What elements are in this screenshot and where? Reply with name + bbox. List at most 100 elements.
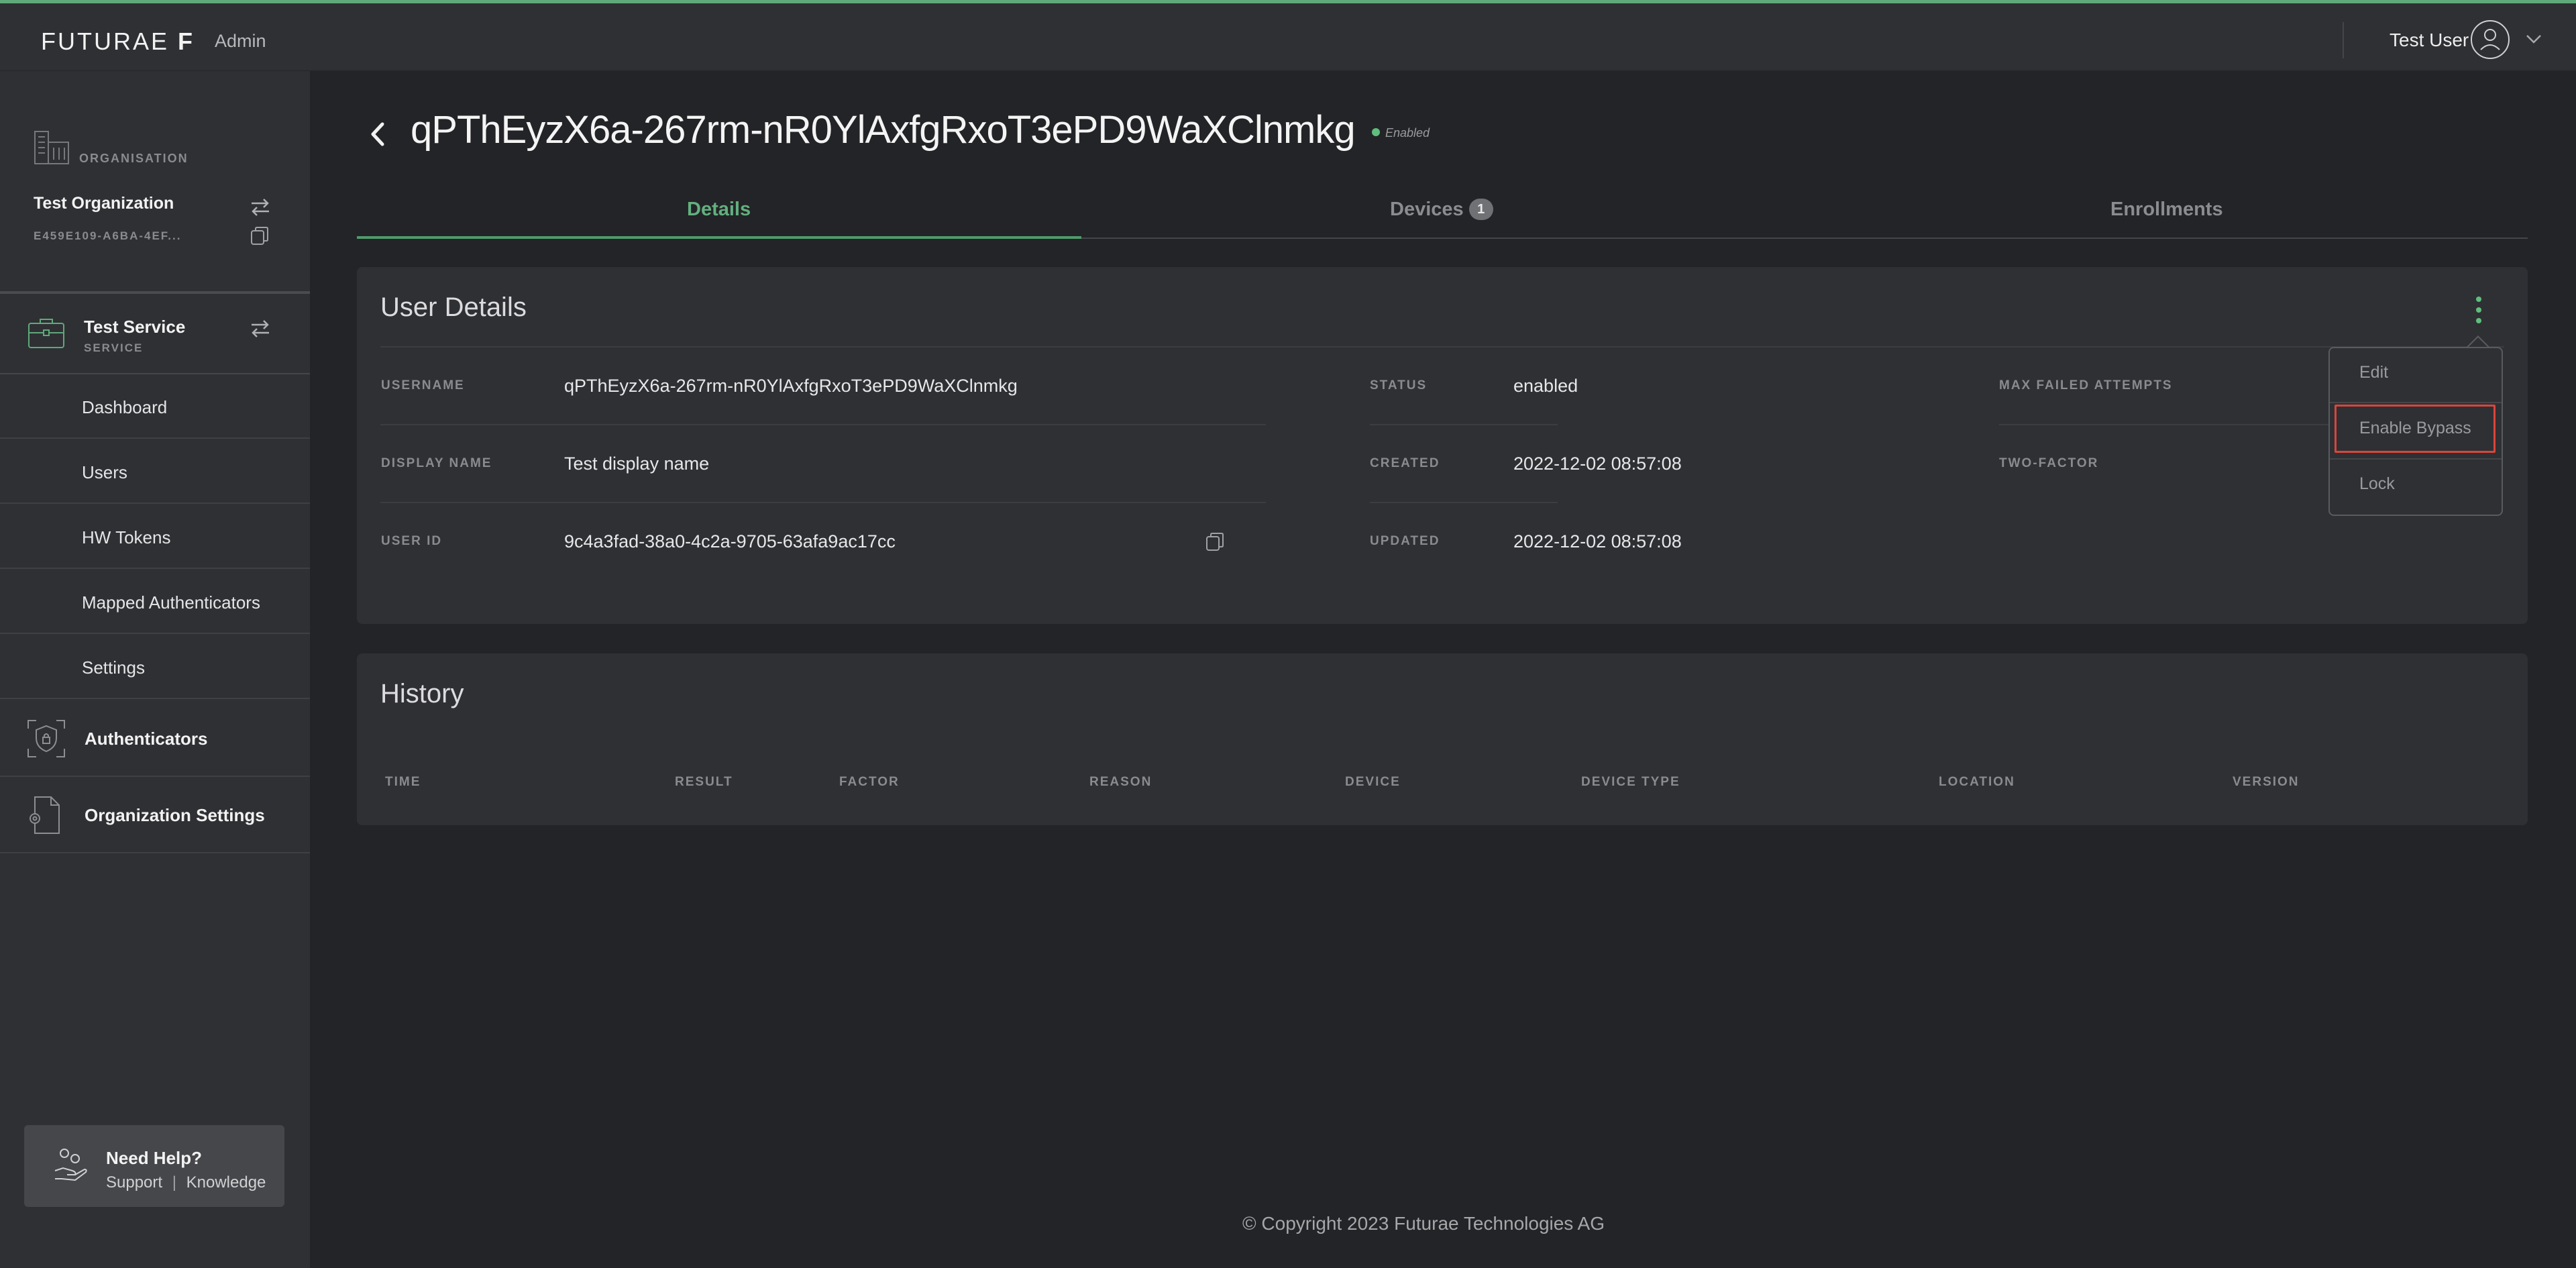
user-details-card: User Details USERNAME qPThEyzX6a-267rm-n… <box>357 267 2528 624</box>
futurae-logo[interactable]: FUTURAE F <box>41 28 195 56</box>
organisation-id: E459E109-A6BA-4EF... <box>34 229 182 242</box>
card-title: History <box>380 679 464 708</box>
sidebar-item-authenticators[interactable]: Authenticators <box>0 700 310 777</box>
logo-mark: F <box>178 28 195 55</box>
column-header-factor: FACTOR <box>839 775 900 789</box>
menu-divider <box>2330 458 2502 460</box>
user-name[interactable]: Test User <box>2390 30 2469 51</box>
tab-devices[interactable]: Devices 1 <box>1390 199 1493 239</box>
row-divider <box>380 424 1266 425</box>
support-link[interactable]: Support <box>106 1173 162 1192</box>
more-options-icon[interactable] <box>2472 295 2485 325</box>
switch-service-icon[interactable] <box>249 317 272 340</box>
tab-label: Devices <box>1390 199 1464 220</box>
help-box: Need Help? Support | Knowledge <box>24 1125 284 1207</box>
status-dot-icon <box>1372 128 1380 136</box>
menu-item-label: Enable Bypass <box>2359 419 2471 437</box>
tab-bar: Details Devices 1 Enrollments <box>357 199 2528 239</box>
logo-text: FUTURAE <box>41 28 169 55</box>
service-name[interactable]: Test Service <box>84 317 185 337</box>
menu-divider <box>2330 402 2502 403</box>
updated-value: 2022-12-02 08:57:08 <box>1513 531 1682 551</box>
help-links: Support | Knowledge <box>106 1173 266 1192</box>
copy-icon[interactable] <box>249 225 270 247</box>
sidebar-item-label: Mapped Authenticators <box>82 592 260 613</box>
sidebar-item-label: Settings <box>82 657 145 678</box>
display-name-value: Test display name <box>564 454 710 474</box>
row-divider <box>1370 502 1558 503</box>
sidebar-item-label: Dashboard <box>82 397 168 417</box>
status-badge: Enabled <box>1372 126 1430 140</box>
history-card: History <box>357 653 2528 825</box>
copyright-text: © Copyright 2023 Futurae Technologies AG <box>1242 1213 1605 1234</box>
menu-item-label: Lock <box>2359 474 2395 493</box>
max-failed-attempts-label: MAX FAILED ATTEMPTS <box>1999 378 2173 392</box>
user-avatar-icon[interactable] <box>2471 20 2510 59</box>
status-label: STATUS <box>1370 378 1428 392</box>
top-divider <box>2343 22 2344 58</box>
user-id-value: 9c4a3fad-38a0-4c2a-9705-63afa9ac17cc <box>564 531 896 551</box>
help-title: Need Help? <box>106 1148 203 1168</box>
tab-label: Enrollments <box>2110 199 2223 220</box>
briefcase-icon <box>28 319 64 348</box>
column-header-result: RESULT <box>675 775 733 789</box>
status-value: enabled <box>1513 376 1578 396</box>
menu-item-enable-bypass[interactable]: Enable Bypass <box>2330 419 2502 445</box>
card-divider <box>380 346 2504 348</box>
display-name-label: DISPLAY NAME <box>381 456 492 470</box>
organisation-name: Test Organization <box>34 194 174 213</box>
status-badge-label: Enabled <box>1385 126 1430 140</box>
column-header-reason: REASON <box>1089 775 1152 789</box>
sidebar-item-dashboard[interactable]: Dashboard <box>0 374 310 439</box>
shield-lock-icon <box>28 720 65 757</box>
card-title: User Details <box>380 293 527 322</box>
row-divider <box>1370 424 1558 425</box>
column-header-time: TIME <box>385 775 421 789</box>
devices-count-badge: 1 <box>1468 199 1493 220</box>
sidebar-item-mapped-authenticators[interactable]: Mapped Authenticators <box>0 570 310 634</box>
column-header-device-type: DEVICE TYPE <box>1581 775 1680 789</box>
knowledge-link[interactable]: Knowledge <box>186 1173 266 1192</box>
sidebar: ORGANISATION Test Organization E459E109-… <box>0 71 310 1268</box>
tab-label: Details <box>687 199 751 220</box>
actions-dropdown: Edit Enable Bypass Lock <box>2328 347 2503 516</box>
sidebar-item-label: HW Tokens <box>82 527 171 547</box>
sidebar-item-label: Organization Settings <box>85 805 265 825</box>
updated-label: UPDATED <box>1370 534 1440 548</box>
sidebar-item-hw-tokens[interactable]: HW Tokens <box>0 505 310 569</box>
sidebar-item-label: Users <box>82 462 127 482</box>
organisation-label: ORGANISATION <box>79 152 189 165</box>
tab-details[interactable]: Details <box>687 199 751 239</box>
column-header-location: LOCATION <box>1939 775 2015 789</box>
link-separator: | <box>172 1173 176 1192</box>
created-label: CREATED <box>1370 456 1440 470</box>
back-arrow-icon[interactable] <box>365 117 389 151</box>
service-label: SERVICE <box>84 341 144 354</box>
building-icon <box>34 131 69 164</box>
username-value: qPThEyzX6a-267rm-nR0YlAxfgRxoT3ePD9WaXCl… <box>564 376 1018 396</box>
app-section-label: Admin <box>215 31 266 51</box>
menu-item-label: Edit <box>2359 363 2389 382</box>
sidebar-item-label: Authenticators <box>85 729 208 749</box>
column-header-version: VERSION <box>2233 775 2300 789</box>
page-title: qPThEyzX6a-267rm-nR0YlAxfgRxoT3ePD9WaXCl… <box>411 108 1356 152</box>
two-factor-label: TWO-FACTOR <box>1999 456 2099 470</box>
top-bar: FUTURAE F Admin Test User <box>0 0 2576 71</box>
created-value: 2022-12-02 08:57:08 <box>1513 454 1682 474</box>
username-label: USERNAME <box>381 378 465 392</box>
tab-enrollments[interactable]: Enrollments <box>2110 199 2223 239</box>
active-tab-indicator <box>357 236 1081 239</box>
organisation-block: ORGANISATION Test Organization E459E109-… <box>0 71 310 293</box>
user-id-label: USER ID <box>381 534 443 548</box>
document-settings-icon <box>30 796 60 834</box>
row-divider <box>380 502 1266 503</box>
sidebar-item-users[interactable]: Users <box>0 439 310 504</box>
sidebar-item-organization-settings[interactable]: Organization Settings <box>0 777 310 853</box>
copy-icon[interactable] <box>1204 531 1226 553</box>
chevron-down-icon[interactable] <box>2524 29 2544 49</box>
menu-item-edit[interactable]: Edit <box>2330 363 2502 390</box>
help-hand-icon <box>54 1149 87 1181</box>
menu-item-lock[interactable]: Lock <box>2330 474 2502 501</box>
switch-organisation-icon[interactable] <box>249 196 272 219</box>
sidebar-item-settings[interactable]: Settings <box>0 635 310 699</box>
